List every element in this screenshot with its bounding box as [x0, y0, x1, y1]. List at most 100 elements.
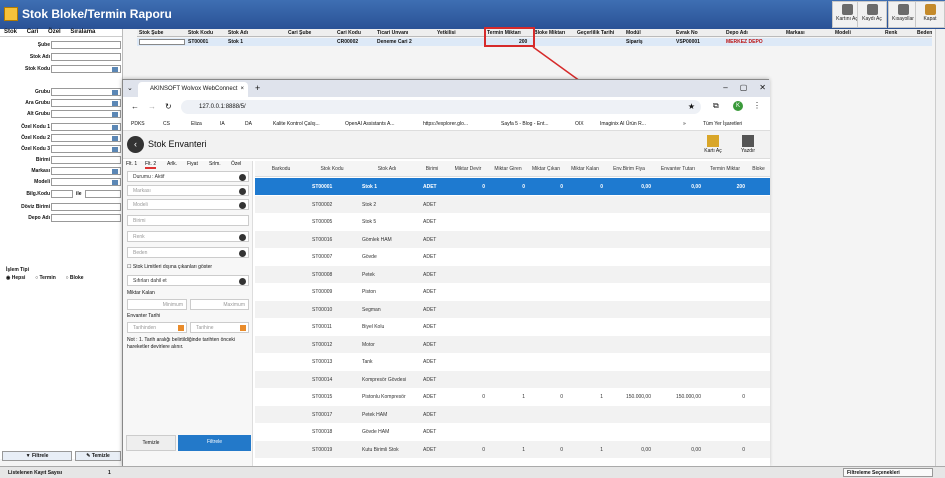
bilg-kodu-to-input[interactable]: [85, 190, 121, 198]
bookmark-item[interactable]: OpenAI Assistants A...: [345, 121, 394, 127]
col-barkodu[interactable]: Barkodu: [255, 161, 307, 177]
tab-arlk[interactable]: Arlk.: [167, 161, 177, 167]
tab-cari[interactable]: Cari: [27, 29, 39, 35]
table-row[interactable]: ST00018 Gövde HAM ADET: [255, 423, 770, 440]
table-row[interactable]: ST00008 Petek ADET: [255, 265, 770, 283]
lookup-icon[interactable]: [112, 147, 118, 152]
table-row[interactable]: ST00009 Piston ADET: [255, 283, 770, 300]
tab-stok[interactable]: Stok: [4, 29, 17, 35]
minimum-input[interactable]: Minimum: [127, 299, 187, 310]
modeli-input[interactable]: [51, 178, 121, 186]
radio-hepsi[interactable]: ◉ Hepsi: [6, 275, 29, 281]
sube-cell[interactable]: [139, 39, 185, 45]
extensions-icon[interactable]: ⧉: [713, 101, 719, 111]
filtrele-button[interactable]: ▼ Filtrele: [2, 451, 72, 461]
table-row[interactable]: ST00007 Gövde ADET: [255, 248, 770, 265]
ozel-kodu-2-input[interactable]: [51, 134, 121, 142]
tab-flt-2[interactable]: Flt. 2: [145, 161, 157, 169]
bookmark-item[interactable]: OIX: [575, 121, 584, 127]
chevron-right-icon[interactable]: »: [683, 121, 686, 127]
lookup-icon[interactable]: [112, 90, 118, 95]
tab-flt-1[interactable]: Flt. 1: [126, 161, 137, 167]
tab-fiyat[interactable]: Fiyat: [187, 161, 198, 167]
close-icon[interactable]: ✕: [759, 83, 766, 92]
sube-select[interactable]: [51, 41, 121, 49]
table-row[interactable]: ST00016 Gömlek HAM ADET: [255, 230, 770, 248]
col-termin-miktar[interactable]: Termin Miktar: [703, 161, 747, 177]
temizle-button[interactable]: Temizle: [126, 435, 176, 451]
col-gecerlilik-tarihi[interactable]: Geçerlilik Tarihi: [577, 30, 614, 36]
col-bloke-miktari[interactable]: Bloke Miktarı: [534, 30, 565, 36]
stok-kodu-input[interactable]: [51, 65, 121, 73]
tab-menu-icon[interactable]: ⌄: [127, 84, 133, 92]
grubu-input[interactable]: [51, 88, 121, 96]
sifirlar-select[interactable]: Sıfırları dahil et: [127, 275, 249, 286]
bookmark-item[interactable]: Imaginix AI Ürün R...: [600, 121, 646, 127]
lookup-icon[interactable]: [112, 169, 118, 174]
ozel-kodu-3-input[interactable]: [51, 145, 121, 153]
col-modul[interactable]: Modül: [626, 30, 641, 36]
col-bloke[interactable]: Bloke: [747, 161, 770, 177]
lookup-icon[interactable]: [112, 136, 118, 141]
col-modeli[interactable]: Modeli: [835, 30, 851, 36]
col-stok-kodu[interactable]: Stok Kodu: [307, 161, 357, 177]
ozel-kodu-1-input[interactable]: [51, 123, 121, 131]
col-env-birim-fiyat[interactable]: Env.Birim Fiya: [605, 161, 653, 177]
lookup-icon[interactable]: [112, 67, 118, 72]
table-row[interactable]: ST00017 Petek HAM ADET: [255, 405, 770, 423]
col-depo-adi[interactable]: Depo Adı: [726, 30, 748, 36]
maximum-input[interactable]: Maximum: [190, 299, 249, 310]
radio-bloke[interactable]: ○ Bloke: [65, 275, 87, 281]
col-miktar-devir[interactable]: Miktar Devir: [447, 161, 489, 177]
table-row[interactable]: ST00013 Tank ADET: [255, 353, 770, 370]
table-row[interactable]: ST00015 Pistonlu Kompresör ADET 0 1 0 1 150.000…: [255, 388, 770, 405]
back-button[interactable]: ‹: [127, 136, 144, 153]
col-ticari-unvani[interactable]: Ticari Unvanı: [377, 30, 408, 36]
filtreleme-secenekleri-select[interactable]: Filtreleme Seçenekleri: [843, 468, 933, 477]
col-birimi[interactable]: Birimi: [417, 161, 447, 177]
table-row[interactable]: ST00011 Biyel Kolu ADET: [255, 318, 770, 335]
lookup-icon[interactable]: [112, 112, 118, 117]
radio-termin[interactable]: ○ Termin: [35, 275, 60, 281]
star-icon[interactable]: ★: [688, 100, 695, 114]
stok-limit-checkbox[interactable]: ☐ Stok Limitleri dışına çıkanları göster: [127, 264, 212, 270]
durumu-select[interactable]: Durumu : Aktif: [127, 171, 249, 182]
url-bar[interactable]: 127.0.0.1:8888/5/ ★: [181, 100, 701, 114]
col-miktar-giren[interactable]: Miktar Giren: [489, 161, 527, 177]
table-row[interactable]: ST00019 Kutu Birimli Stok ADET 0 1 0 1 0,00 0,00…: [255, 440, 770, 458]
table-row[interactable]: ST00002 Stok 2 ADET: [255, 195, 770, 213]
bookmark-item[interactable]: DA: [245, 121, 252, 127]
yazdir-button[interactable]: Yazdır: [733, 135, 763, 154]
col-cari-kodu[interactable]: Cari Kodu: [337, 30, 361, 36]
lookup-icon[interactable]: [112, 180, 118, 185]
birimi-input[interactable]: [51, 156, 121, 164]
table-row[interactable]: ST00001 Stok 1 ADET 0 0 0 0 0,00 0,00 200: [255, 178, 770, 195]
lookup-icon[interactable]: [112, 125, 118, 130]
bookmark-item[interactable]: CS: [163, 121, 170, 127]
browser-tab[interactable]: AKINSOFT Wolvox WebConnect ×: [138, 82, 248, 97]
kapat-button[interactable]: Kapat: [915, 1, 945, 28]
bookmark-item[interactable]: https://explorer.glo...: [423, 121, 468, 127]
table-row[interactable]: ST00012 Motor ADET: [255, 335, 770, 353]
col-markasi[interactable]: Markası: [786, 30, 805, 36]
new-tab-icon[interactable]: +: [255, 83, 260, 93]
vertical-scrollbar[interactable]: [935, 29, 945, 466]
filtrele-button[interactable]: Filtrele: [178, 435, 251, 451]
birimi-input[interactable]: Birimi: [127, 215, 249, 226]
col-yetkilisi[interactable]: Yetkilisi: [437, 30, 456, 36]
temizle-button[interactable]: ✎ Temizle: [75, 451, 121, 461]
bookmark-item[interactable]: IA: [220, 121, 225, 127]
col-envanter-tutari[interactable]: Envanter Tutarı: [653, 161, 703, 177]
bookmark-item[interactable]: Kalite Kontrol Çalış...: [273, 121, 320, 127]
bookmark-item[interactable]: PDKS: [131, 121, 145, 127]
minimize-icon[interactable]: –: [723, 83, 727, 92]
markasi-select[interactable]: Markası: [127, 185, 249, 196]
bilg-kodu-from-input[interactable]: [51, 190, 73, 198]
modeli-select[interactable]: Modeli: [127, 199, 249, 210]
maximize-icon[interactable]: ▢: [740, 83, 748, 92]
bookmark-item[interactable]: Sayfa 5 - Blog - Ent...: [501, 121, 549, 127]
close-tab-icon[interactable]: ×: [240, 82, 244, 97]
karti-ac-button[interactable]: Kartı Aç: [698, 135, 728, 154]
col-stok-adi[interactable]: Stok Adı: [357, 161, 417, 177]
col-evrak-no[interactable]: Evrak No: [676, 30, 698, 36]
